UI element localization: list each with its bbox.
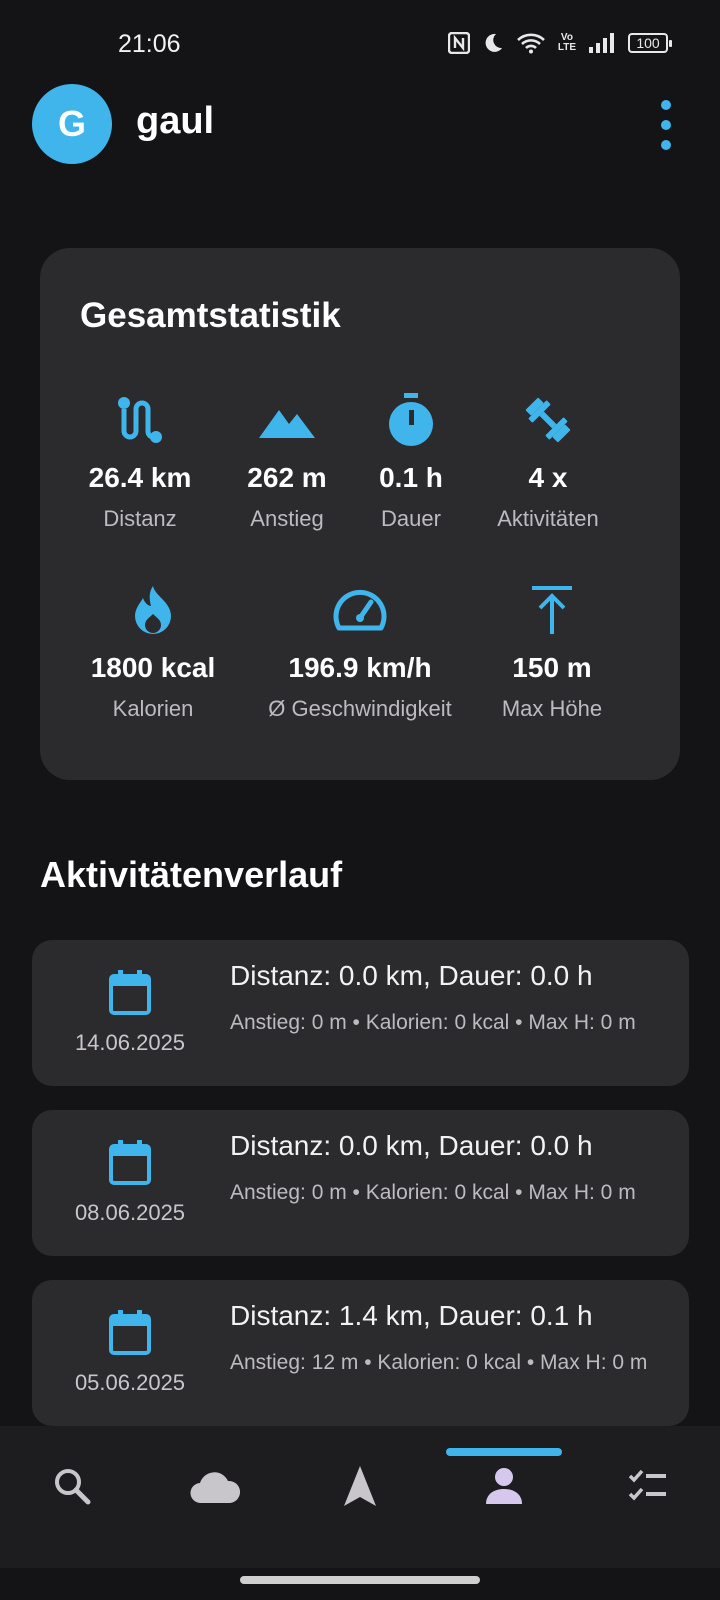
stat-activities: 4 x Aktivitäten bbox=[448, 392, 648, 532]
nav-profile[interactable] bbox=[474, 1456, 534, 1516]
activity-date: 05.06.2025 bbox=[74, 1370, 186, 1395]
timer-icon bbox=[389, 393, 433, 446]
stat-label: Aktivitäten bbox=[497, 506, 599, 531]
volte-icon: Vo LTE bbox=[557, 32, 576, 53]
status-time: 21:06 bbox=[118, 30, 181, 58]
stat-value: 1800 kcal bbox=[90, 652, 216, 683]
max-height-icon bbox=[532, 586, 572, 634]
checklist-icon bbox=[628, 1469, 666, 1501]
nav-checklist[interactable] bbox=[618, 1456, 678, 1516]
stats-title: Gesamtstatistik bbox=[80, 296, 341, 335]
activity-summary: Distanz: 1.4 km, Dauer: 0.1 h bbox=[230, 1300, 593, 1331]
gesture-bar bbox=[240, 1576, 480, 1584]
stat-value: 196.9 km/h bbox=[288, 652, 432, 683]
cloud-icon bbox=[190, 1472, 241, 1503]
stat-value: 150 m bbox=[512, 652, 592, 683]
stat-max-height: 150 m Max Höhe bbox=[452, 582, 652, 722]
route-icon bbox=[118, 397, 162, 443]
more-vertical-icon[interactable] bbox=[654, 100, 678, 150]
wifi-icon bbox=[516, 33, 545, 54]
navigation-icon bbox=[344, 1466, 376, 1506]
activity-card[interactable]: 05.06.2025 Distanz: 1.4 km, Dauer: 0.1 h… bbox=[32, 1280, 689, 1426]
nav-cloud[interactable] bbox=[185, 1456, 245, 1516]
history-title: Aktivitätenverlauf bbox=[40, 854, 343, 895]
stat-label: Max Höhe bbox=[501, 696, 603, 721]
calendar-icon bbox=[109, 1140, 151, 1185]
activity-summary: Distanz: 0.0 km, Dauer: 0.0 h bbox=[230, 1130, 593, 1161]
flame-icon bbox=[135, 586, 171, 634]
search-icon bbox=[55, 1469, 91, 1505]
activity-details: Anstieg: 0 m • Kalorien: 0 kcal • Max H:… bbox=[230, 1181, 636, 1204]
activity-card[interactable]: 14.06.2025 Distanz: 0.0 km, Dauer: 0.0 h… bbox=[32, 940, 689, 1086]
speedometer-icon bbox=[333, 589, 387, 631]
activity-date: 08.06.2025 bbox=[74, 1200, 186, 1225]
stat-label: Ø Geschwindigkeit bbox=[268, 696, 452, 721]
calendar-icon bbox=[109, 970, 151, 1015]
stat-value: 4 x bbox=[528, 462, 568, 493]
activity-date: 14.06.2025 bbox=[74, 1030, 186, 1055]
calendar-icon bbox=[109, 1310, 151, 1355]
activity-card[interactable]: 08.06.2025 Distanz: 0.0 km, Dauer: 0.0 h… bbox=[32, 1110, 689, 1256]
signal-icon bbox=[589, 33, 614, 53]
battery-icon: 100 bbox=[628, 33, 672, 53]
nav-active-indicator bbox=[446, 1448, 562, 1456]
activity-summary: Distanz: 0.0 km, Dauer: 0.0 h bbox=[230, 960, 593, 991]
mountain-icon bbox=[259, 410, 315, 438]
activity-details: Anstieg: 12 m • Kalorien: 0 kcal • Max H… bbox=[230, 1351, 648, 1374]
moon-icon bbox=[485, 33, 502, 52]
stat-speed: 196.9 km/h Ø Geschwindigkeit bbox=[260, 582, 460, 722]
stat-calories: 1800 kcal Kalorien bbox=[53, 582, 253, 722]
nfc-icon bbox=[447, 32, 470, 54]
avatar[interactable]: G bbox=[32, 84, 112, 164]
username: gaul bbox=[136, 100, 215, 142]
activity-details: Anstieg: 0 m • Kalorien: 0 kcal • Max H:… bbox=[230, 1011, 636, 1034]
status-icons: Vo LTE 100 bbox=[447, 32, 672, 54]
person-icon bbox=[486, 1468, 522, 1504]
nav-navigation[interactable] bbox=[330, 1456, 390, 1516]
dumbbell-icon bbox=[525, 397, 571, 443]
stat-label: Kalorien bbox=[112, 696, 194, 721]
nav-search[interactable] bbox=[42, 1456, 102, 1516]
